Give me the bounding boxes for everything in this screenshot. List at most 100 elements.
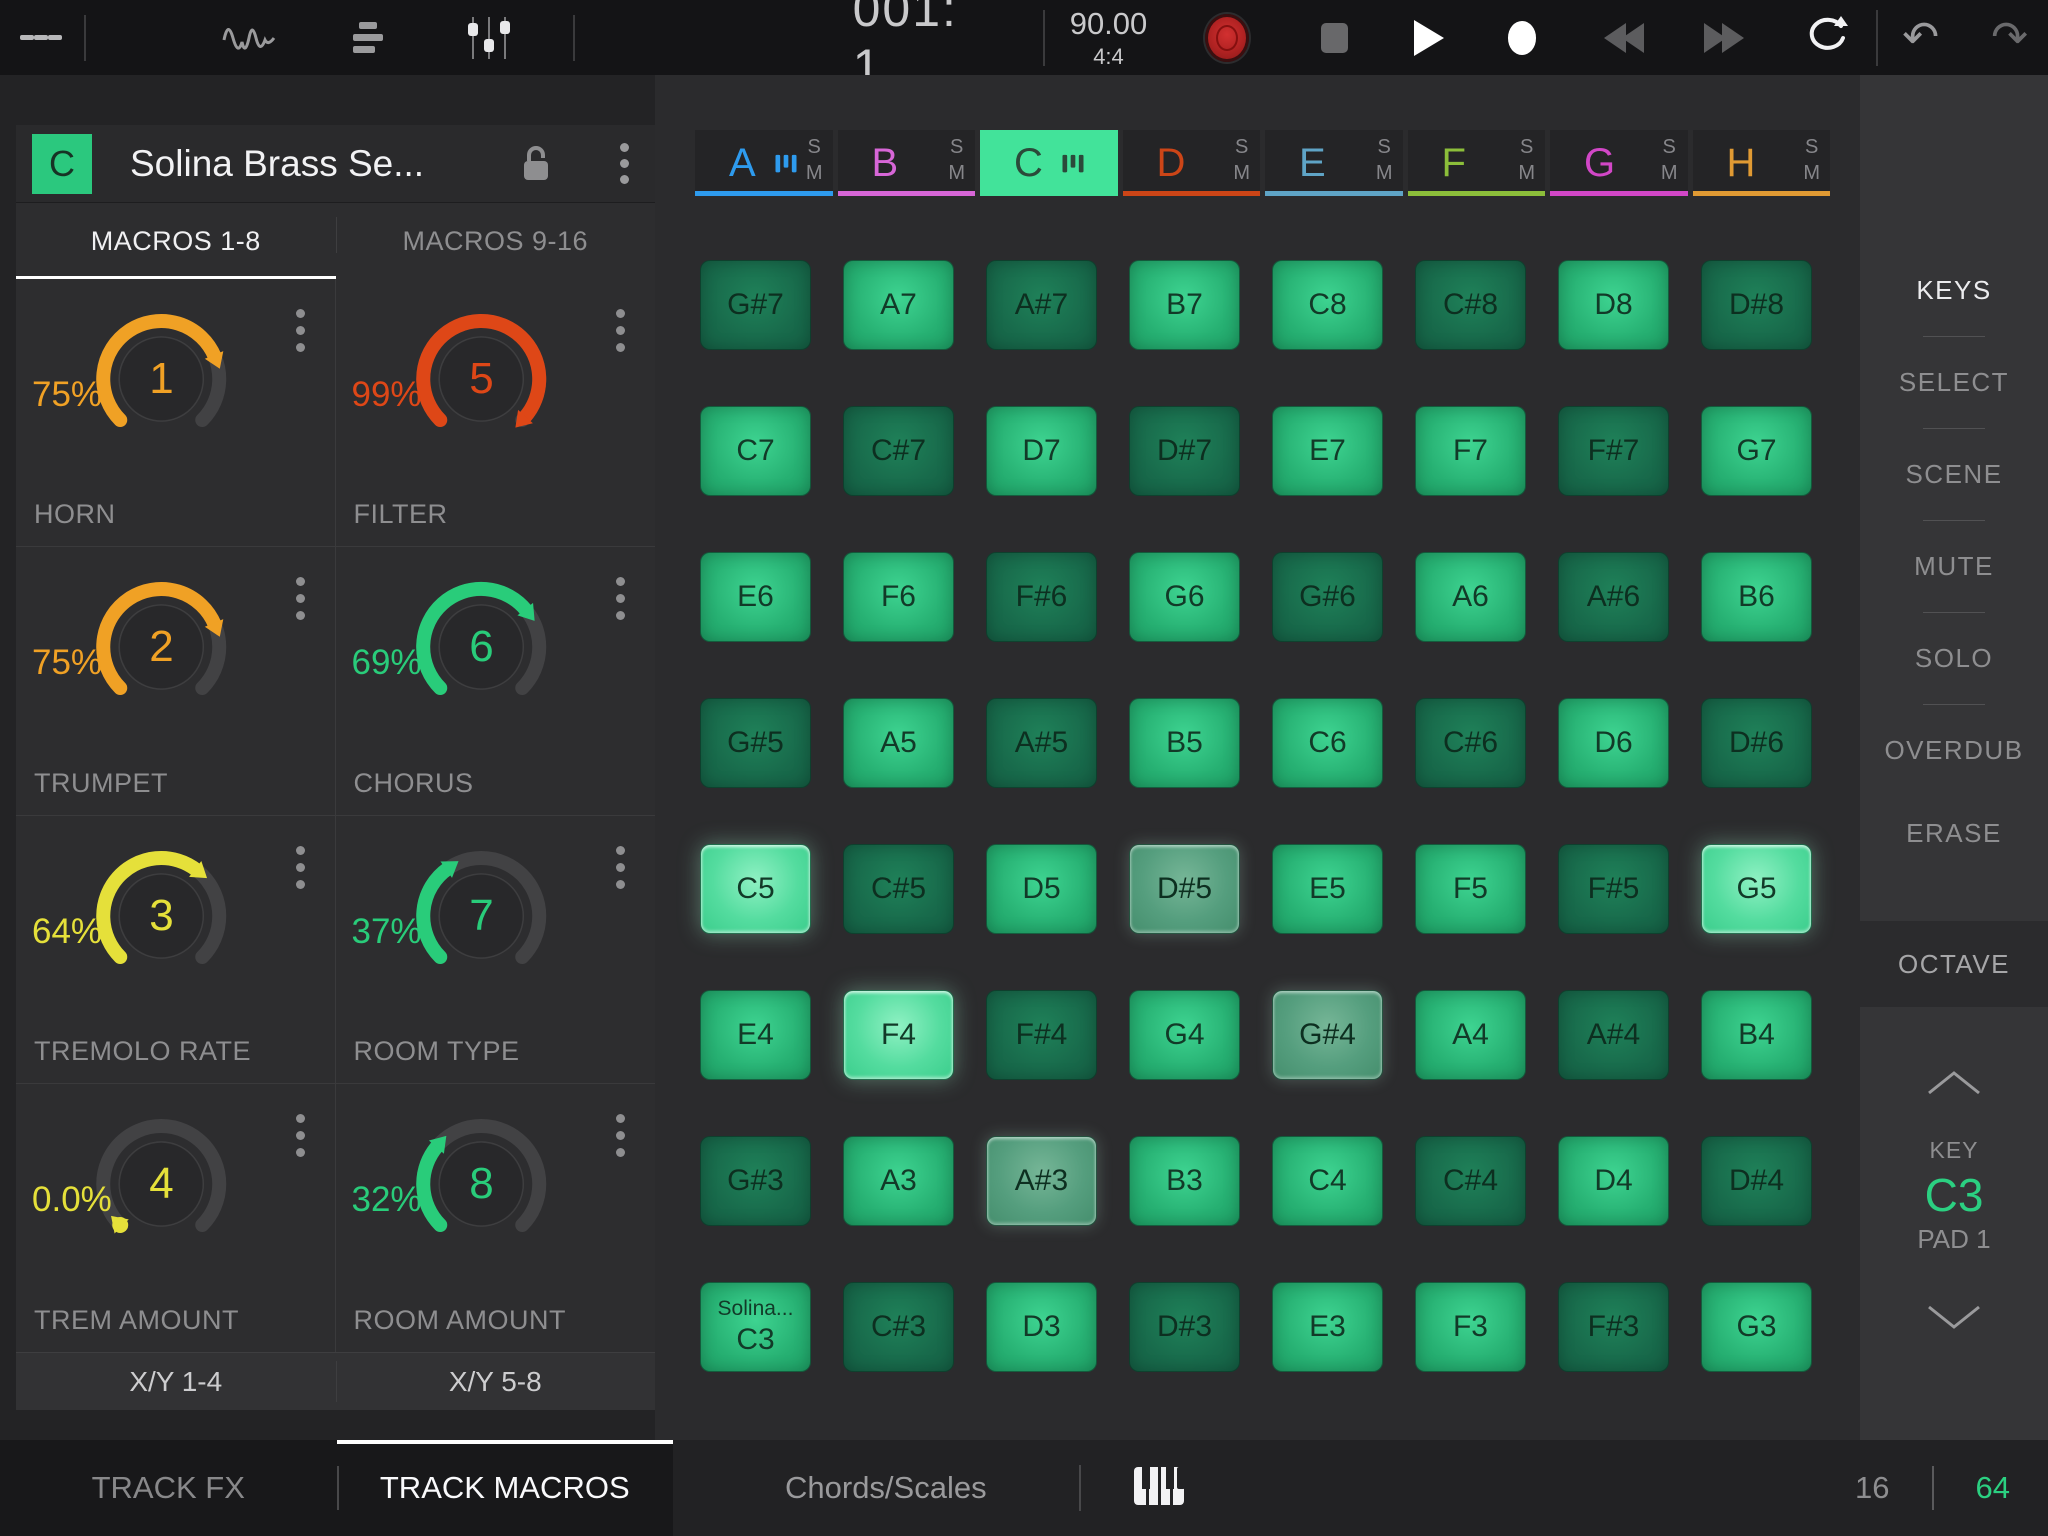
undo-icon[interactable]: ↶	[1902, 16, 1939, 60]
pad-E4[interactable]: E4	[700, 990, 811, 1080]
pad-D#8[interactable]: D#8	[1701, 260, 1812, 350]
knob-menu-icon[interactable]	[616, 838, 625, 897]
pad-D6[interactable]: D6	[1558, 698, 1669, 788]
macro-tab-1[interactable]: MACROS 1-8	[16, 203, 336, 279]
pad-D4[interactable]: D4	[1558, 1136, 1669, 1226]
pad-D#7[interactable]: D#7	[1129, 406, 1240, 496]
pad-B4[interactable]: B4	[1701, 990, 1812, 1080]
solo-mute-buttons[interactable]: SM	[1518, 134, 1535, 186]
solo-button[interactable]: S	[806, 134, 823, 160]
fast-forward-icon[interactable]	[1700, 21, 1746, 55]
pad-A#7[interactable]: A#7	[986, 260, 1097, 350]
rewind-icon[interactable]	[1602, 21, 1648, 55]
xy-button-2[interactable]: X/Y 5-8	[336, 1353, 656, 1410]
octave-button[interactable]: OCTAVE	[1860, 921, 2048, 1007]
redo-icon[interactable]: ↷	[1991, 16, 2028, 60]
pad-G#7[interactable]: G#7	[700, 260, 811, 350]
pad-A#5[interactable]: A#5	[986, 698, 1097, 788]
knob-menu-icon[interactable]	[616, 1106, 625, 1165]
pad-B7[interactable]: B7	[1129, 260, 1240, 350]
pad-E3[interactable]: E3	[1272, 1282, 1383, 1372]
track-tab-A[interactable]: ASM	[695, 130, 833, 196]
pad-A4[interactable]: A4	[1415, 990, 1526, 1080]
knob-menu-icon[interactable]	[616, 301, 625, 360]
play-icon[interactable]	[1414, 20, 1444, 56]
sidebar-item-solo[interactable]: SOLO	[1915, 643, 1993, 674]
pad-G#5[interactable]: G#5	[700, 698, 811, 788]
pad-F6[interactable]: F6	[843, 552, 954, 642]
pad-C4[interactable]: C4	[1272, 1136, 1383, 1226]
solo-mute-buttons[interactable]: SM	[1376, 134, 1393, 186]
track-tab-B[interactable]: BSM	[838, 130, 976, 196]
pad-G#6[interactable]: G#6	[1272, 552, 1383, 642]
loop-icon[interactable]	[1804, 16, 1850, 60]
pad-view-icon[interactable]	[118, 16, 152, 59]
track-tab-G[interactable]: GSM	[1550, 130, 1688, 196]
pad-D#5[interactable]: D#5	[1129, 844, 1240, 934]
mute-button[interactable]: M	[806, 160, 823, 186]
tab-track-fx[interactable]: TRACK FX	[0, 1440, 337, 1536]
pad-E6[interactable]: E6	[700, 552, 811, 642]
pad-D3[interactable]: D3	[986, 1282, 1097, 1372]
pad-A5[interactable]: A5	[843, 698, 954, 788]
mute-button[interactable]: M	[1518, 160, 1535, 186]
pad-F4[interactable]: F4	[843, 990, 954, 1080]
pad-A#6[interactable]: A#6	[1558, 552, 1669, 642]
pad-F5[interactable]: F5	[1415, 844, 1526, 934]
solo-mute-buttons[interactable]: SM	[1803, 134, 1820, 186]
pad-C5[interactable]: C5	[700, 844, 811, 934]
pad-G7[interactable]: G7	[1701, 406, 1812, 496]
solo-mute-buttons[interactable]: SM	[806, 134, 823, 186]
macro-tab-2[interactable]: MACROS 9-16	[336, 203, 656, 279]
pad-D7[interactable]: D7	[986, 406, 1097, 496]
knob-menu-icon[interactable]	[616, 569, 625, 628]
pad-F#5[interactable]: F#5	[1558, 844, 1669, 934]
pad-G#4[interactable]: G#4	[1272, 990, 1383, 1080]
hamburger-icon[interactable]	[20, 29, 62, 46]
pad-D8[interactable]: D8	[1558, 260, 1669, 350]
pad-B3[interactable]: B3	[1129, 1136, 1240, 1226]
pad-A3[interactable]: A3	[843, 1136, 954, 1226]
mute-button[interactable]: M	[1803, 160, 1820, 186]
pad-C#5[interactable]: C#5	[843, 844, 954, 934]
sidebar-item-select[interactable]: SELECT	[1899, 367, 2009, 398]
pad-E7[interactable]: E7	[1272, 406, 1383, 496]
pad-F#6[interactable]: F#6	[986, 552, 1097, 642]
arranger-icon[interactable]	[351, 18, 395, 58]
stop-icon[interactable]	[1321, 23, 1348, 53]
solo-mute-buttons[interactable]: SM	[1661, 134, 1678, 186]
pad-C#8[interactable]: C#8	[1415, 260, 1526, 350]
solo-button[interactable]: S	[1233, 134, 1250, 160]
pad-F7[interactable]: F7	[1415, 406, 1526, 496]
pad-C#3[interactable]: C#3	[843, 1282, 954, 1372]
piano-icon[interactable]	[1133, 1466, 1185, 1511]
knob-menu-icon[interactable]	[296, 301, 305, 360]
pad-F#4[interactable]: F#4	[986, 990, 1097, 1080]
mute-button[interactable]: M	[1233, 160, 1250, 186]
solo-button[interactable]: S	[1518, 134, 1535, 160]
mute-button[interactable]: M	[1661, 160, 1678, 186]
sidebar-item-mute[interactable]: MUTE	[1914, 551, 1994, 582]
mute-button[interactable]: M	[948, 160, 965, 186]
track-tab-C[interactable]: C	[980, 130, 1118, 196]
solo-mute-buttons[interactable]: SM	[948, 134, 965, 186]
chevron-down-icon[interactable]	[1925, 1303, 1983, 1331]
pad-A6[interactable]: A6	[1415, 552, 1526, 642]
solo-button[interactable]: S	[948, 134, 965, 160]
mute-button[interactable]: M	[1376, 160, 1393, 186]
pad-D#4[interactable]: D#4	[1701, 1136, 1812, 1226]
pad-C6[interactable]: C6	[1272, 698, 1383, 788]
mixer-icon[interactable]	[465, 15, 513, 61]
solo-button[interactable]: S	[1803, 134, 1820, 160]
pad-D#3[interactable]: D#3	[1129, 1282, 1240, 1372]
pad-D5[interactable]: D5	[986, 844, 1097, 934]
pad-B6[interactable]: B6	[1701, 552, 1812, 642]
pad-count-64[interactable]: 64	[1976, 1470, 2010, 1506]
pad-C7[interactable]: C7	[700, 406, 811, 496]
sidebar-item-scene[interactable]: SCENE	[1905, 459, 2002, 490]
pad-C#6[interactable]: C#6	[1415, 698, 1526, 788]
xy-button-1[interactable]: X/Y 1-4	[16, 1353, 336, 1410]
pad-E5[interactable]: E5	[1272, 844, 1383, 934]
pad-C8[interactable]: C8	[1272, 260, 1383, 350]
knob-menu-icon[interactable]	[296, 1106, 305, 1165]
